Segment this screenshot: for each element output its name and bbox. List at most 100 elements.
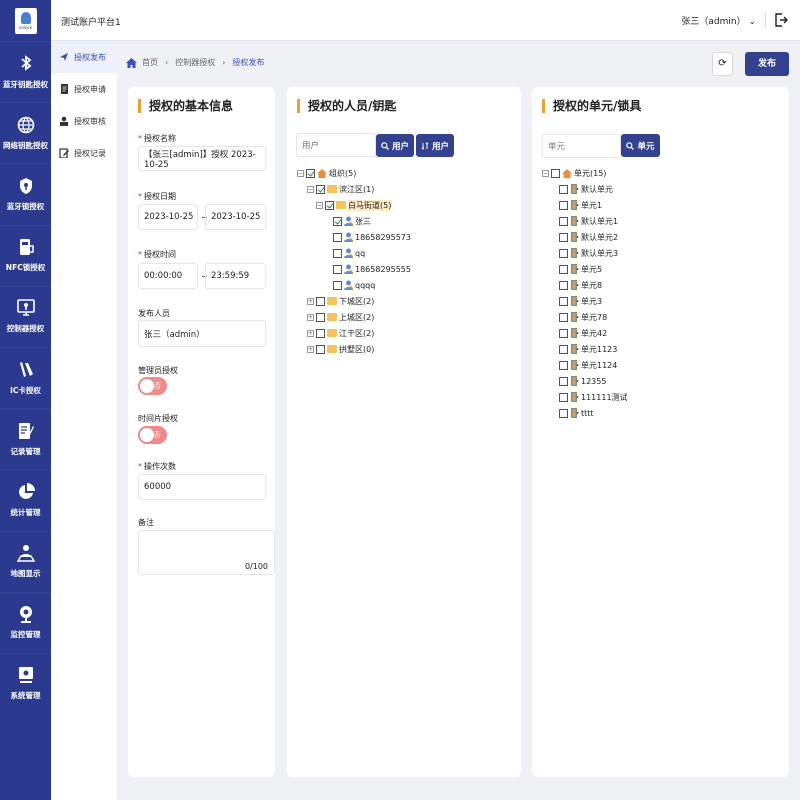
checkbox[interactable]: [333, 264, 342, 274]
checkbox[interactable]: [325, 200, 334, 210]
checkbox[interactable]: [316, 328, 325, 338]
checkbox[interactable]: [559, 392, 568, 402]
sidebar-item-8[interactable]: 地图显示: [0, 530, 51, 592]
sidebar-item-5[interactable]: IC卡授权: [0, 346, 51, 408]
unit-tree-node[interactable]: 默认单元2: [559, 229, 618, 245]
checkbox[interactable]: [559, 216, 568, 226]
people-tree-node[interactable]: − 白马街道(5): [316, 197, 392, 213]
checkbox[interactable]: [333, 216, 342, 226]
date-start-input[interactable]: 2023-10-25: [138, 204, 198, 230]
sidebar-item-7[interactable]: 统计管理: [0, 469, 51, 530]
checkbox[interactable]: [559, 184, 568, 194]
checkbox[interactable]: [333, 280, 342, 290]
ops-count-input[interactable]: 60000: [138, 474, 266, 500]
expand-toggle-icon[interactable]: −: [307, 185, 314, 193]
unit-tree-node[interactable]: 12355: [559, 373, 606, 389]
sidebar-item-2[interactable]: 蓝牙锁授权: [0, 163, 51, 224]
checkbox[interactable]: [306, 168, 315, 178]
subnav-item-2[interactable]: 授权审核: [51, 105, 117, 137]
checkbox[interactable]: [559, 280, 568, 290]
unit-tree-node[interactable]: 默认单元3: [559, 245, 618, 261]
people-tree-node[interactable]: 18658295555: [333, 261, 411, 277]
user-menu[interactable]: 张三（admin） ⌄: [681, 14, 756, 27]
checkbox[interactable]: [559, 328, 568, 338]
people-tree-node[interactable]: 张三: [333, 213, 371, 229]
sidebar-item-6[interactable]: 记录管理: [0, 408, 51, 469]
sidebar-item-label: 控制器授权: [6, 324, 45, 334]
people-tree-node[interactable]: 18658295573: [333, 229, 411, 245]
checkbox[interactable]: [316, 312, 325, 322]
expand-toggle-icon[interactable]: −: [316, 201, 323, 209]
expand-toggle-icon[interactable]: +: [307, 329, 314, 337]
checkbox[interactable]: [316, 344, 325, 354]
sidebar-item-9[interactable]: 监控管理: [0, 591, 51, 653]
unit-tree-node[interactable]: 默认单元: [559, 181, 613, 197]
expand-toggle-icon[interactable]: +: [307, 297, 314, 305]
logout-icon[interactable]: [774, 12, 788, 28]
checkbox[interactable]: [559, 312, 568, 322]
checkbox[interactable]: [559, 232, 568, 242]
expand-toggle-icon[interactable]: +: [307, 345, 314, 353]
unit-tree-node[interactable]: 单元3: [559, 293, 602, 309]
people-tree-node[interactable]: + 江干区(2): [307, 325, 374, 341]
breadcrumb-level1[interactable]: 控制器授权: [175, 57, 215, 68]
date-end-input[interactable]: 2023-10-25: [205, 204, 266, 230]
checkbox[interactable]: [559, 344, 568, 354]
unit-tree-node[interactable]: 单元8: [559, 277, 602, 293]
people-tree-node[interactable]: qq: [333, 245, 365, 261]
note-textarea[interactable]: 0/100: [138, 530, 275, 575]
checkbox[interactable]: [559, 264, 568, 274]
unit-tree-node[interactable]: 单元42: [559, 325, 607, 341]
people-tree-node[interactable]: + 拱墅区(0): [307, 341, 374, 357]
people-tree-node[interactable]: − 组织(5): [297, 165, 356, 181]
timeslot-auth-label: 时间片授权: [138, 414, 178, 423]
checkbox[interactable]: [551, 168, 560, 178]
expand-toggle-icon[interactable]: −: [297, 169, 304, 177]
checkbox[interactable]: [559, 360, 568, 370]
checkbox[interactable]: [559, 408, 568, 418]
checkbox[interactable]: [316, 296, 325, 306]
unit-tree-node[interactable]: 单元1124: [559, 357, 617, 373]
unit-tree-node[interactable]: 111111测试: [559, 389, 628, 405]
units-tree-root[interactable]: − 单元(15): [542, 165, 606, 181]
people-tree-node[interactable]: + 下城区(2): [307, 293, 374, 309]
expand-toggle-icon[interactable]: −: [542, 169, 549, 177]
unit-tree-node[interactable]: tttt: [559, 405, 594, 421]
name-label: 授权名称: [138, 133, 176, 144]
checkbox[interactable]: [559, 200, 568, 210]
admin-auth-toggle[interactable]: 否: [138, 377, 167, 395]
name-input[interactable]: 【张三[admin]】授权 2023-10-25: [138, 146, 266, 171]
breadcrumb-home[interactable]: 首页: [142, 57, 158, 68]
checkbox[interactable]: [333, 248, 342, 258]
checkbox[interactable]: [559, 296, 568, 306]
sidebar-item-3[interactable]: NFC锁授权: [0, 224, 51, 286]
people-tree-node[interactable]: qqqq: [333, 277, 375, 293]
units-tree: − 单元(15) 默认单元 单元1 默认单元1 默认单元2 默认单元3 单元5 单元8 单元3 单元…: [532, 87, 789, 447]
timeslot-auth-toggle[interactable]: 否: [138, 426, 167, 444]
checkbox[interactable]: [316, 184, 325, 194]
people-tree-node[interactable]: − 滨江区(1): [307, 181, 374, 197]
sidebar-item-0[interactable]: 蓝牙钥匙授权: [0, 41, 51, 102]
home-icon[interactable]: [126, 57, 137, 68]
time-start-input[interactable]: 00:00:00: [138, 263, 198, 289]
time-end-input[interactable]: 23:59:59: [205, 263, 266, 289]
expand-toggle-icon[interactable]: +: [307, 313, 314, 321]
sidebar-item-10[interactable]: 系统管理: [0, 652, 51, 714]
checkbox[interactable]: [559, 376, 568, 386]
unit-tree-node[interactable]: 单元78: [559, 309, 607, 325]
sidebar-item-1[interactable]: 网络钥匙授权: [0, 102, 51, 163]
checkbox[interactable]: [333, 232, 342, 242]
checkbox[interactable]: [559, 248, 568, 258]
sidebar-item-4[interactable]: 控制器授权: [0, 285, 51, 347]
monitor-icon: [16, 299, 35, 317]
unit-tree-node[interactable]: 默认单元1: [559, 213, 618, 229]
people-tree-node[interactable]: + 上城区(2): [307, 309, 374, 325]
subnav-item-1[interactable]: 授权申请: [51, 73, 117, 105]
refresh-button[interactable]: ⟳: [712, 52, 733, 76]
unit-tree-node[interactable]: 单元1: [559, 197, 602, 213]
unit-tree-node[interactable]: 单元1123: [559, 341, 617, 357]
subnav-item-0[interactable]: 授权发布: [51, 41, 117, 73]
publish-button[interactable]: 发布: [745, 52, 789, 76]
subnav-item-3[interactable]: 授权记录: [51, 137, 117, 169]
unit-tree-node[interactable]: 单元5: [559, 261, 602, 277]
